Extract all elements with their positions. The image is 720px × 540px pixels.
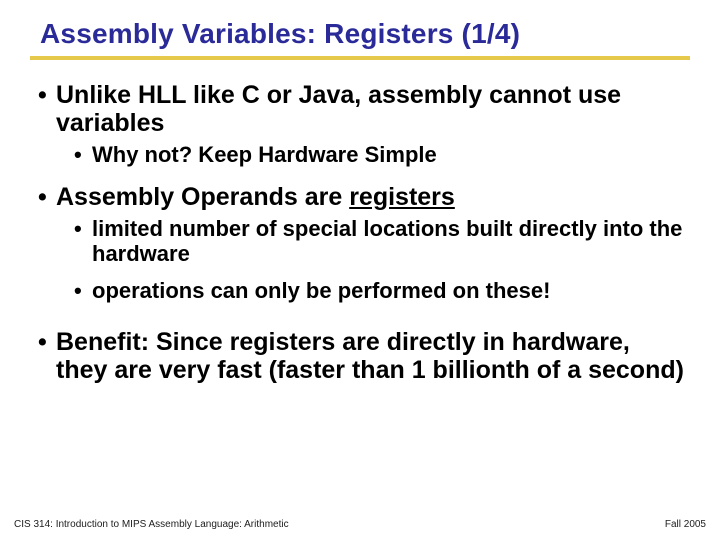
bullet-level1: •Benefit: Since registers are directly i… [38,329,688,384]
bullet-text: operations can only be performed on thes… [92,278,550,303]
bullet-level2: •operations can only be performed on the… [74,279,688,304]
bullet-level2: •Why not? Keep Hardware Simple [74,143,688,168]
bullet-text-underlined: registers [349,183,455,211]
bullet-text: limited number of special locations buil… [92,216,682,266]
bullet-text: Why not? Keep Hardware Simple [92,142,437,167]
slide-title: Assembly Variables: Registers (1/4) [30,14,690,60]
footer-left: CIS 314: Introduction to MIPS Assembly L… [14,519,289,530]
bullet-text-pre: Assembly Operands are [56,183,349,211]
bullet-icon: • [74,279,92,304]
bullet-level1: •Assembly Operands are registers [38,184,688,212]
bullet-text: Benefit: Since registers are directly in… [56,328,684,384]
bullet-icon: • [74,217,92,242]
slide: Assembly Variables: Registers (1/4) •Unl… [0,0,720,540]
spacer [38,315,688,329]
bullet-icon: • [38,184,56,212]
bullet-text: Unlike HLL like C or Java, assembly cann… [56,81,621,137]
footer-right: Fall 2005 [665,519,706,530]
slide-footer: CIS 314: Introduction to MIPS Assembly L… [14,519,706,530]
bullet-level1: •Unlike HLL like C or Java, assembly can… [38,82,688,137]
bullet-icon: • [38,329,56,357]
bullet-icon: • [38,82,56,110]
bullet-level2: •limited number of special locations bui… [74,217,688,266]
bullet-icon: • [74,143,92,168]
slide-content: •Unlike HLL like C or Java, assembly can… [30,82,690,384]
